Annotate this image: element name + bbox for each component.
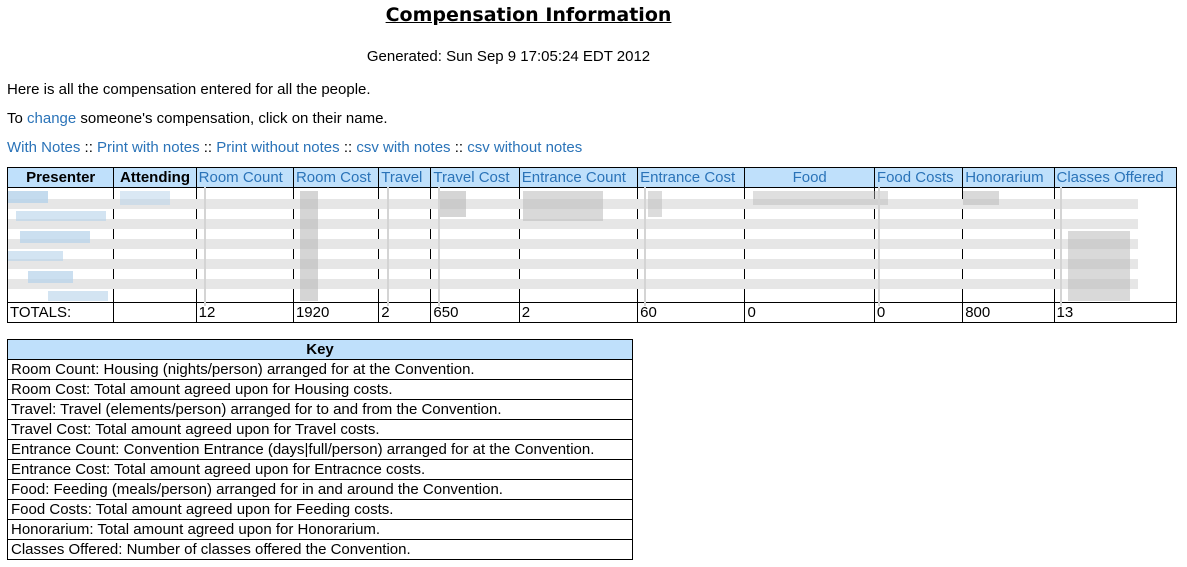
col-entrance-cost[interactable]: Entrance Cost bbox=[637, 167, 746, 188]
change-suffix: someone's compensation, click on their n… bbox=[76, 110, 388, 127]
change-prefix: To bbox=[7, 110, 28, 127]
totals-room-cost: 1920 bbox=[292, 302, 380, 323]
col-travel[interactable]: Travel bbox=[378, 167, 432, 188]
key-header: Key bbox=[7, 339, 633, 360]
key-row: Food: Feeding (meals/person) arranged fo… bbox=[7, 479, 633, 500]
table-row[interactable] bbox=[6, 187, 1177, 207]
link-separator: :: bbox=[450, 139, 468, 156]
key-row: Entrance Cost: Total amount agreed upon … bbox=[7, 459, 633, 480]
intro-text: Here is all the compensation entered for… bbox=[7, 81, 371, 98]
col-attending: Attending bbox=[113, 167, 197, 188]
print-without-notes-link[interactable]: Print without notes bbox=[216, 139, 339, 156]
with-notes-link[interactable]: With Notes bbox=[7, 139, 80, 156]
generated-timestamp: Generated: Sun Sep 9 17:05:24 EDT 2012 bbox=[366, 48, 651, 65]
csv-with-notes-link[interactable]: csv with notes bbox=[356, 139, 450, 156]
col-room-cost[interactable]: Room Cost bbox=[292, 167, 380, 188]
change-link[interactable]: change bbox=[27, 110, 76, 127]
link-separator: :: bbox=[80, 139, 98, 156]
table-row[interactable] bbox=[6, 245, 1177, 264]
totals-travel: 2 bbox=[378, 302, 432, 323]
col-travel-cost[interactable]: Travel Cost bbox=[430, 167, 520, 188]
col-room-count[interactable]: Room Count bbox=[195, 167, 294, 188]
totals-honorarium: 800 bbox=[962, 302, 1055, 323]
col-food[interactable]: Food bbox=[744, 167, 875, 188]
col-classes-offered[interactable]: Classes Offered bbox=[1053, 167, 1177, 188]
print-with-notes-link[interactable]: Print with notes bbox=[97, 139, 200, 156]
totals-row: TOTALS: 12 1920 2 650 2 60 0 0 800 13 bbox=[6, 302, 1177, 323]
table-row[interactable] bbox=[6, 207, 1177, 226]
totals-entrance-cost: 60 bbox=[637, 302, 746, 323]
col-food-costs[interactable]: Food Costs bbox=[873, 167, 964, 188]
col-entrance-count[interactable]: Entrance Count bbox=[518, 167, 639, 188]
col-presenter: Presenter bbox=[6, 167, 115, 188]
csv-without-notes-link[interactable]: csv without notes bbox=[467, 139, 582, 156]
key-row: Room Cost: Total amount agreed upon for … bbox=[7, 379, 633, 400]
totals-attending bbox=[113, 302, 197, 323]
key-row: Food Costs: Total amount agreed upon for… bbox=[7, 499, 633, 520]
key-table: Key Room Count: Housing (nights/person) … bbox=[7, 339, 633, 560]
totals-travel-cost: 650 bbox=[430, 302, 520, 323]
totals-label: TOTALS: bbox=[6, 302, 115, 323]
table-row[interactable] bbox=[6, 264, 1177, 283]
change-instructions: To change someone's compensation, click … bbox=[7, 110, 388, 127]
col-honorarium[interactable]: Honorarium bbox=[962, 167, 1055, 188]
table-row[interactable] bbox=[6, 226, 1177, 245]
key-row: Classes Offered: Number of classes offer… bbox=[7, 539, 633, 560]
table-header-row: Presenter Attending Room Count Room Cost… bbox=[6, 167, 1177, 188]
key-row: Entrance Count: Convention Entrance (day… bbox=[7, 439, 633, 460]
totals-classes-offered: 13 bbox=[1053, 302, 1177, 323]
page-title: Compensation Information bbox=[385, 4, 672, 26]
link-separator: :: bbox=[199, 139, 217, 156]
key-row: Honorarium: Total amount agreed upon for… bbox=[7, 519, 633, 540]
link-separator: :: bbox=[339, 139, 357, 156]
totals-food-costs: 0 bbox=[873, 302, 964, 323]
view-links: With Notes :: Print with notes :: Print … bbox=[7, 139, 582, 156]
table-row[interactable] bbox=[6, 283, 1177, 303]
key-row: Travel: Travel (elements/person) arrange… bbox=[7, 399, 633, 420]
totals-entrance-count: 2 bbox=[518, 302, 639, 323]
key-row: Travel Cost: Total amount agreed upon fo… bbox=[7, 419, 633, 440]
compensation-table: Presenter Attending Room Count Room Cost… bbox=[6, 167, 1177, 323]
totals-room-count: 12 bbox=[195, 302, 294, 323]
totals-food: 0 bbox=[744, 302, 875, 323]
key-row: Room Count: Housing (nights/person) arra… bbox=[7, 359, 633, 380]
